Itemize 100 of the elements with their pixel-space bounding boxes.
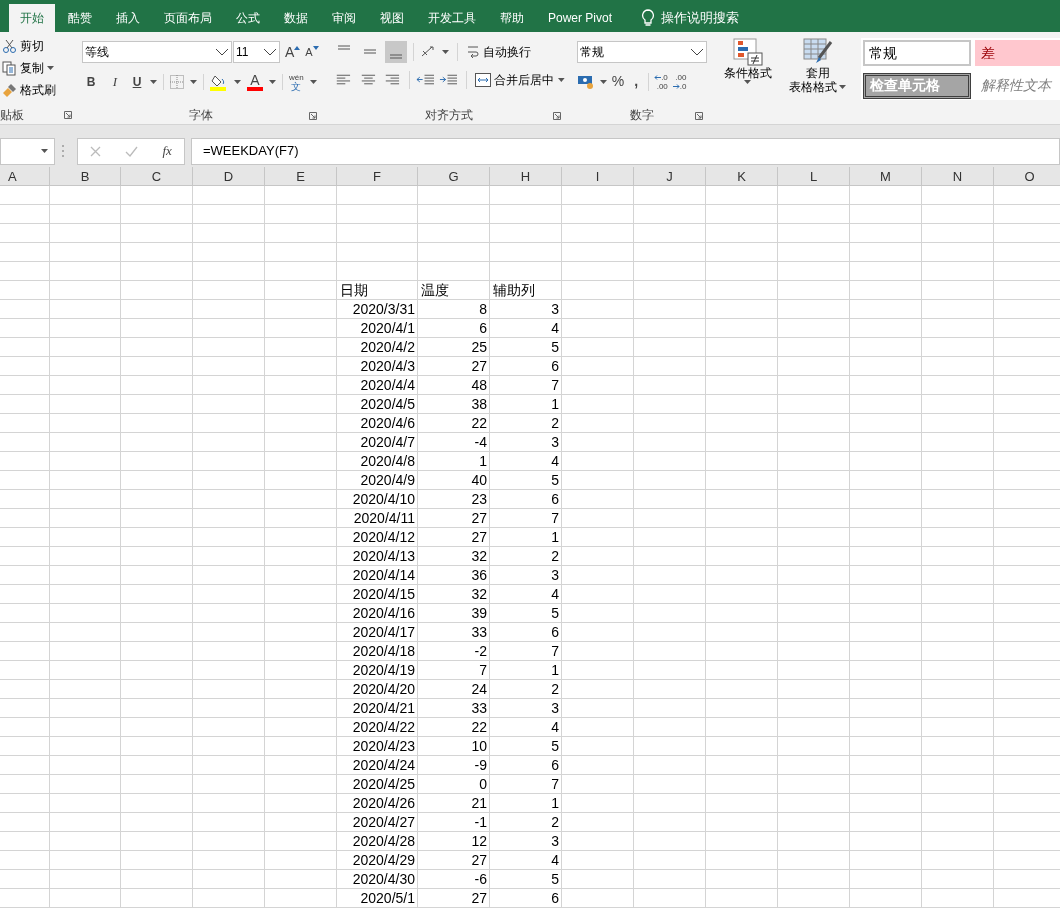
percent-button[interactable]: % [611,71,625,92]
table-cell-text: 2020/4/25 [351,775,416,794]
table-cell-text: 辅助列 [492,281,536,300]
tell-me-search[interactable]: 操作说明搜索 [661,8,740,28]
table-cell-text: 2 [550,414,560,433]
phonetic-button[interactable]: wén 文 [289,72,304,91]
shrink-font-button[interactable]: A [303,43,321,61]
table-cell-text: 2 [550,680,560,699]
ribbon-tab[interactable]: 页面布局 [153,4,223,32]
ribbon-tab[interactable]: Power Pivot [537,4,624,32]
table-cell-text: 2020/4/3 [359,357,416,376]
table-cell-text: 5 [550,471,560,490]
table-cell-text: 3 [550,832,560,851]
ribbon-tab[interactable]: 视图 [369,4,415,32]
table-cell-text: 1 [550,395,560,414]
table-cell-text: 10 [470,737,488,756]
table-cell-text: 5 [550,737,560,756]
table-cell-text: 7 [550,642,560,661]
font-size-field[interactable]: 11 [233,41,280,63]
table-cell-text: 4 [550,452,560,471]
table-cell-text: 2020/4/12 [351,528,416,547]
insert-function-button[interactable]: fx [162,141,172,161]
table-cell-text: -4 [473,433,488,452]
conditional-format-button[interactable]: 条件格式 [720,38,775,84]
table-cell-text: 32 [470,547,488,566]
table-cell-text: 5 [550,338,560,357]
table-cell-text: -1 [473,813,488,832]
table-cell-text: 1 [550,794,560,813]
group-label: 字体 [189,107,214,124]
cell-style[interactable]: 常规 [862,40,971,66]
table-cell-text: 2020/4/8 [359,452,416,471]
table-cell-text: 25 [470,338,488,357]
table-cell-text: 6 [478,319,488,338]
ribbon-tab[interactable]: 酷赞 [57,4,103,32]
comma-button[interactable]: , [629,71,644,92]
table-cell-text: 2020/4/1 [359,319,416,338]
table-cell-text: -2 [473,642,488,661]
table-cell-text: 8 [478,300,488,319]
group-label: 数字 [629,107,654,124]
ribbon-tab[interactable]: 开始 [9,4,55,32]
table-cell-text: 38 [470,395,488,414]
table-cell-text: 2020/4/27 [351,813,416,832]
table-cell-text: 2020/4/10 [351,490,416,509]
clipboard-button[interactable]: 剪切 [0,35,76,57]
table-cell-text: 2020/4/9 [359,471,416,490]
table-cell-text: 27 [470,509,488,528]
table-cell-text: -9 [473,756,488,775]
merge-center-button[interactable]: 合并后居中 [475,71,555,89]
table-cell-text: 1 [550,528,560,547]
table-cell-text: 6 [550,756,560,775]
table-cell-text: 2020/4/17 [351,623,416,642]
ribbon-tab[interactable]: 开发工具 [417,4,487,32]
table-cell-text: 6 [550,623,560,642]
table-cell-text: 32 [470,585,488,604]
increase-decimal-button[interactable]: .0 .00 [654,72,668,91]
table-cell-text: 1 [550,661,560,680]
font-color-button[interactable]: A [250,72,260,87]
cell-style[interactable]: 差 [974,40,1060,66]
table-cell-text: 2020/4/4 [359,376,416,395]
ribbon-tab[interactable]: 插入 [105,4,151,32]
table-cell-text: 2020/4/14 [351,566,416,585]
italic-button[interactable]: I [106,72,124,92]
table-cell-text: 23 [470,490,488,509]
table-cell-text: 2020/4/11 [352,509,416,528]
table-cell-text: 7 [550,509,560,528]
table-cell-text: 2020/4/2 [359,338,416,357]
underline-button[interactable]: U [130,72,144,91]
table-cell-text: 7 [550,775,560,794]
ribbon-tab[interactable]: 公式 [225,4,271,32]
wrap-text-button[interactable]: 自动换行 [465,43,531,61]
ribbon-tab[interactable]: 数据 [273,4,319,32]
table-cell-text: 2 [550,547,560,566]
grow-font-button[interactable]: A [283,41,303,63]
ribbon-tab[interactable]: 审阅 [321,4,367,32]
table-cell-text: 27 [470,357,488,376]
decrease-decimal-button[interactable]: .00 .0 [672,72,687,91]
table-cell-text: 22 [470,718,488,737]
formula-field[interactable]: =WEEKDAY(F7) [191,137,1060,165]
table-cell-text: 4 [550,851,560,870]
number-format-field[interactable]: 常规 [576,41,707,63]
table-cell-text: 6 [550,889,560,908]
table-cell-text: 2020/4/30 [351,870,416,889]
clipboard-button[interactable]: 格式刷 [0,79,76,101]
table-cell-text: 2 [550,813,560,832]
table-cell-text: 4 [550,718,560,737]
table-cell-text: 2020/4/18 [351,642,416,661]
table-cell-text: 2020/4/5 [359,395,416,414]
bold-button[interactable]: B [82,72,100,91]
clipboard-button[interactable]: 复制 [0,57,76,79]
format-as-table-button[interactable]: 套用 表格格式 [784,38,851,94]
table-cell-text: 4 [550,585,560,604]
table-cell-text: 2020/4/29 [351,851,416,870]
table-cell-text: 21 [470,794,488,813]
table-cell-text: 12 [470,832,488,851]
table-cell-text: 24 [470,680,488,699]
table-cell-text: 27 [470,889,488,908]
ribbon-tab[interactable]: 帮助 [489,4,535,32]
table-cell-text: 5 [550,870,560,889]
font-name-field[interactable]: 等线 [82,41,232,63]
table-cell-text: 27 [470,851,488,870]
